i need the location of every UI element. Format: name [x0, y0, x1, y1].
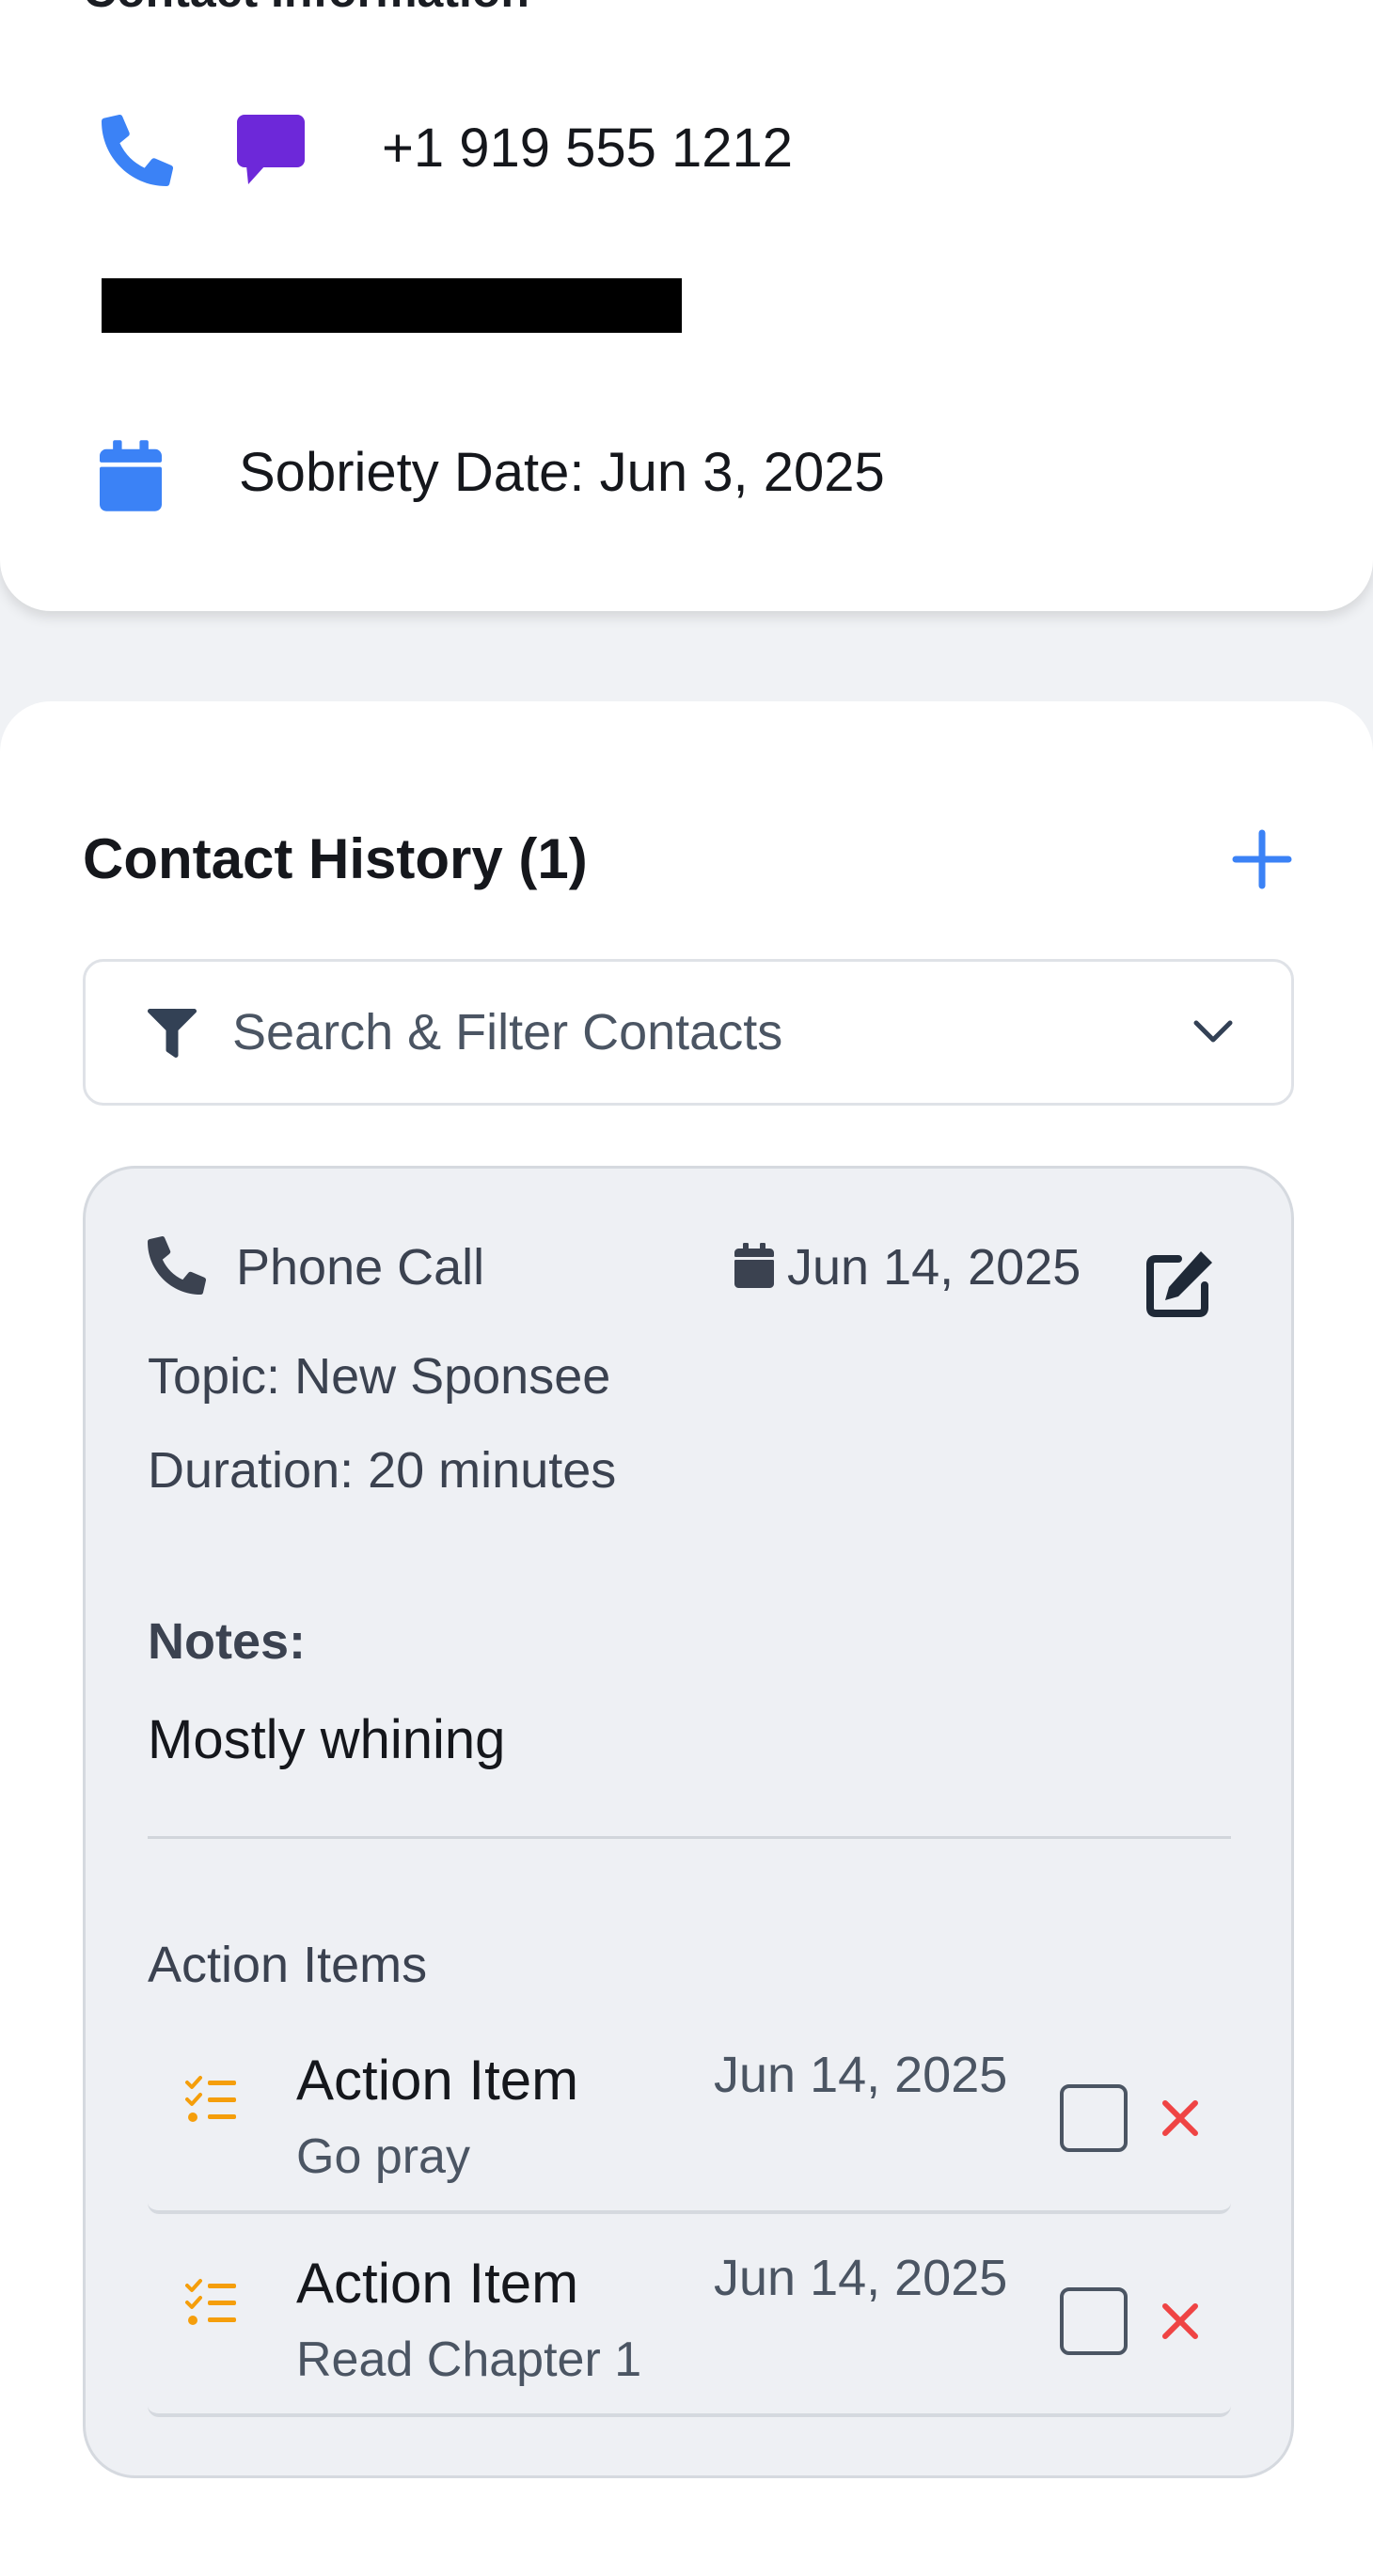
phone-number[interactable]: +1 919 555 1212: [382, 103, 793, 194]
entry-type: Phone Call: [148, 1234, 618, 1300]
entry-date-label: Jun 14, 2025: [787, 1239, 1081, 1296]
filter-label: Search & Filter Contacts: [232, 1004, 783, 1060]
action-item-date: Jun 14, 2025: [714, 2047, 1008, 2103]
contact-info-title: Contact Information: [83, 0, 529, 19]
search-filter-toggle[interactable]: Search & Filter Contacts: [83, 959, 1294, 1106]
chevron-down-icon: [1193, 1020, 1233, 1043]
calendar-icon: [734, 1243, 774, 1288]
history-title: Contact History (1): [83, 827, 588, 890]
checklist-icon: [185, 2279, 236, 2325]
notes-text: Mostly whining: [148, 1709, 506, 1770]
entry-topic: Topic: New Sponsee: [148, 1348, 611, 1405]
entry-date: Jun 14, 2025: [734, 1234, 1129, 1300]
edit-icon[interactable]: [1143, 1246, 1218, 1321]
action-item-date: Jun 14, 2025: [714, 2250, 1008, 2306]
phone-icon: [148, 1236, 206, 1295]
close-icon[interactable]: [1156, 2094, 1205, 2143]
entry-type-label: Phone Call: [236, 1239, 485, 1296]
message-icon[interactable]: [235, 113, 307, 188]
phone-icon[interactable]: [102, 115, 173, 186]
add-contact-button[interactable]: [1226, 824, 1298, 895]
filter-icon: [148, 1009, 197, 1058]
entry-duration: Duration: 20 minutes: [148, 1442, 617, 1499]
history-header: Contact History (1): [83, 812, 1292, 906]
notes-label: Notes:: [148, 1613, 307, 1670]
action-items-label: Action Items: [148, 1937, 428, 1993]
contact-history-card: Contact History (1) Search & Filter Cont…: [0, 701, 1373, 2576]
action-item-checkbox[interactable]: [1060, 2084, 1128, 2152]
sobriety-date: Sobriety Date: Jun 3, 2025: [239, 442, 885, 503]
sobriety-row: Sobriety Date: Jun 3, 2025: [0, 431, 1034, 515]
redacted-block: [102, 278, 682, 333]
divider: [148, 1836, 1231, 1839]
phone-row: +1 919 555 1212: [0, 103, 940, 194]
contact-info-card: Contact Information +1 919 555 1212 Sobr…: [0, 0, 1373, 611]
action-item: Action Item Read Chapter 1 Jun 14, 2025: [148, 2227, 1231, 2417]
action-item-description: Read Chapter 1: [296, 2333, 642, 2387]
checklist-icon: [185, 2076, 236, 2122]
close-icon[interactable]: [1156, 2297, 1205, 2346]
action-item-title: Action Item: [296, 2252, 579, 2315]
contact-entry-card: Phone Call Jun 14, 2025 Topic: New Spons…: [83, 1166, 1294, 2478]
action-item-description: Go pray: [296, 2129, 470, 2184]
plus-icon: [1232, 829, 1292, 889]
calendar-icon: [100, 440, 162, 511]
action-item: Action Item Go pray Jun 14, 2025: [148, 2024, 1231, 2214]
action-item-title: Action Item: [296, 2049, 579, 2112]
action-item-checkbox[interactable]: [1060, 2287, 1128, 2355]
